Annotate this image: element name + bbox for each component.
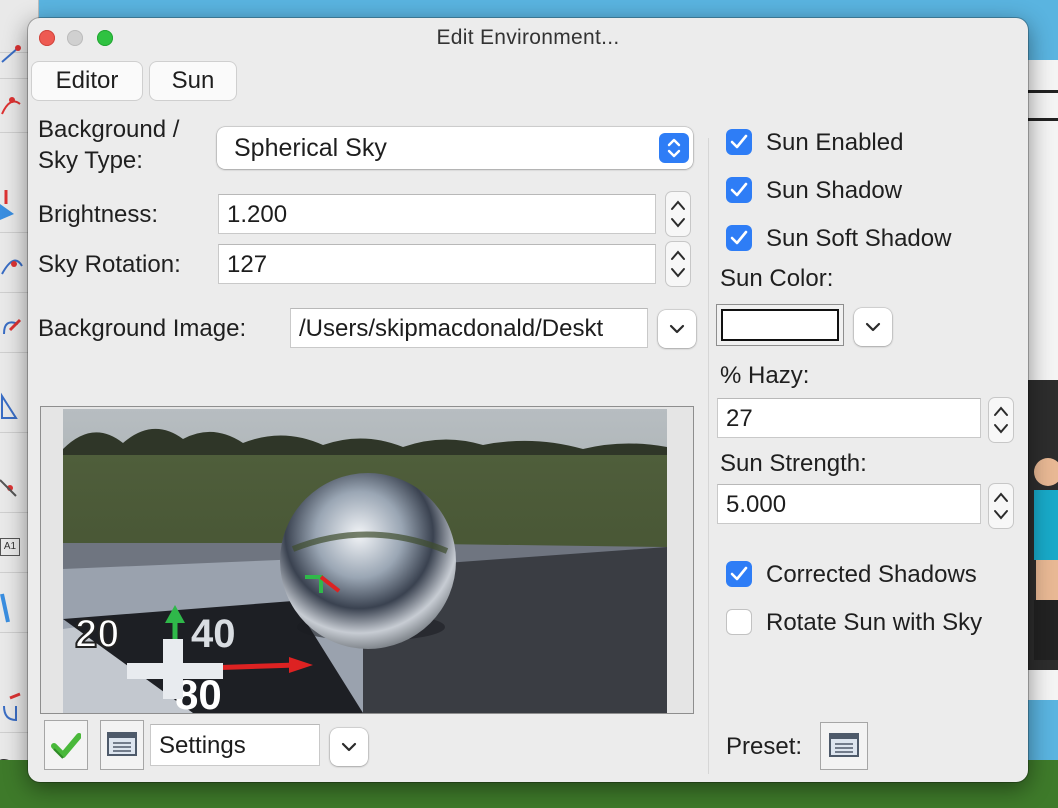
settings-list-button[interactable]: [100, 720, 144, 770]
sky-type-popup[interactable]: Spherical Sky: [217, 127, 693, 169]
brightness-label: Brightness:: [38, 201, 159, 228]
settings-select-field[interactable]: Settings: [150, 724, 320, 766]
stepper-arrows-icon: [994, 492, 1008, 520]
stepper-arrows-icon: [994, 406, 1008, 434]
sun-color-well[interactable]: [716, 304, 844, 346]
corrected-shadows-label: Corrected Shadows: [766, 561, 977, 588]
preview-floor-number: 40: [191, 612, 236, 656]
list-icon: [107, 732, 137, 756]
stepper-arrows-icon: [671, 200, 685, 228]
sun-shadow-label: Sun Shadow: [766, 177, 903, 204]
background-image-dropdown-button[interactable]: [658, 310, 696, 348]
background-image-field[interactable]: /Users/skipmacdonald/Deskt: [290, 308, 648, 348]
sun-strength-stepper[interactable]: [989, 484, 1013, 528]
chevron-down-icon: [865, 322, 881, 332]
sky-type-label-line1: Background /: [38, 116, 180, 143]
stepper-arrows-icon: [671, 250, 685, 278]
rotate-sun-with-sky-label: Rotate Sun with Sky: [766, 609, 983, 636]
checkmark-icon: [730, 182, 748, 197]
sun-strength-label: Sun Strength:: [720, 450, 867, 477]
checkmark-icon: [730, 230, 748, 245]
brightness-stepper[interactable]: [666, 192, 690, 236]
sun-strength-field[interactable]: 5.000: [717, 484, 981, 524]
rotate-sun-with-sky-checkbox[interactable]: [726, 609, 752, 635]
checkmark-icon: [730, 134, 748, 149]
preset-label: Preset:: [726, 733, 803, 760]
sky-type-label-line2: Sky Type:: [38, 147, 143, 174]
hazy-label: % Hazy:: [720, 362, 810, 389]
sun-color-swatch: [721, 309, 839, 341]
sky-rotation-label: Sky Rotation:: [38, 251, 181, 278]
background-image-label: Background Image:: [38, 315, 247, 342]
tab-sun[interactable]: Sun: [150, 62, 236, 100]
edit-environment-dialog: Edit Environment... Editor Sun Backgroun…: [28, 18, 1028, 782]
brightness-field[interactable]: 1.200: [218, 194, 656, 234]
environment-preview-image: 20 40 80: [63, 409, 667, 713]
sun-soft-shadow-label: Sun Soft Shadow: [766, 225, 952, 252]
sun-shadow-checkbox[interactable]: [726, 177, 752, 203]
preview-floor-number: 20: [75, 612, 120, 656]
chevron-down-icon: [669, 324, 685, 334]
panel-separator: [708, 138, 709, 774]
preview-frame: 20 40 80: [40, 406, 694, 714]
sun-soft-shadow-checkbox[interactable]: [726, 225, 752, 251]
background-person-figure: [1034, 458, 1058, 660]
sun-enabled-label: Sun Enabled: [766, 129, 904, 156]
sky-type-value: Spherical Sky: [234, 134, 387, 162]
popup-arrows-icon: [659, 133, 689, 163]
sky-rotation-stepper[interactable]: [666, 242, 690, 286]
list-icon: [829, 733, 859, 757]
sun-color-label: Sun Color:: [720, 265, 834, 292]
hazy-stepper[interactable]: [989, 398, 1013, 442]
tab-editor[interactable]: Editor: [32, 62, 142, 100]
preset-list-button[interactable]: [820, 722, 868, 770]
apply-button[interactable]: [44, 720, 88, 770]
sun-enabled-checkbox[interactable]: [726, 129, 752, 155]
hazy-field[interactable]: 27: [717, 398, 981, 438]
checkmark-icon: [730, 566, 748, 581]
corrected-shadows-checkbox[interactable]: [726, 561, 752, 587]
dialog-title: Edit Environment...: [436, 26, 620, 49]
chevron-down-icon: [341, 742, 357, 752]
checkmark-icon: [51, 733, 81, 759]
title-bar[interactable]: Edit Environment...: [28, 18, 1028, 56]
settings-dropdown-button[interactable]: [330, 728, 368, 766]
sky-rotation-field[interactable]: 127: [218, 244, 656, 284]
sun-color-dropdown-button[interactable]: [854, 308, 892, 346]
